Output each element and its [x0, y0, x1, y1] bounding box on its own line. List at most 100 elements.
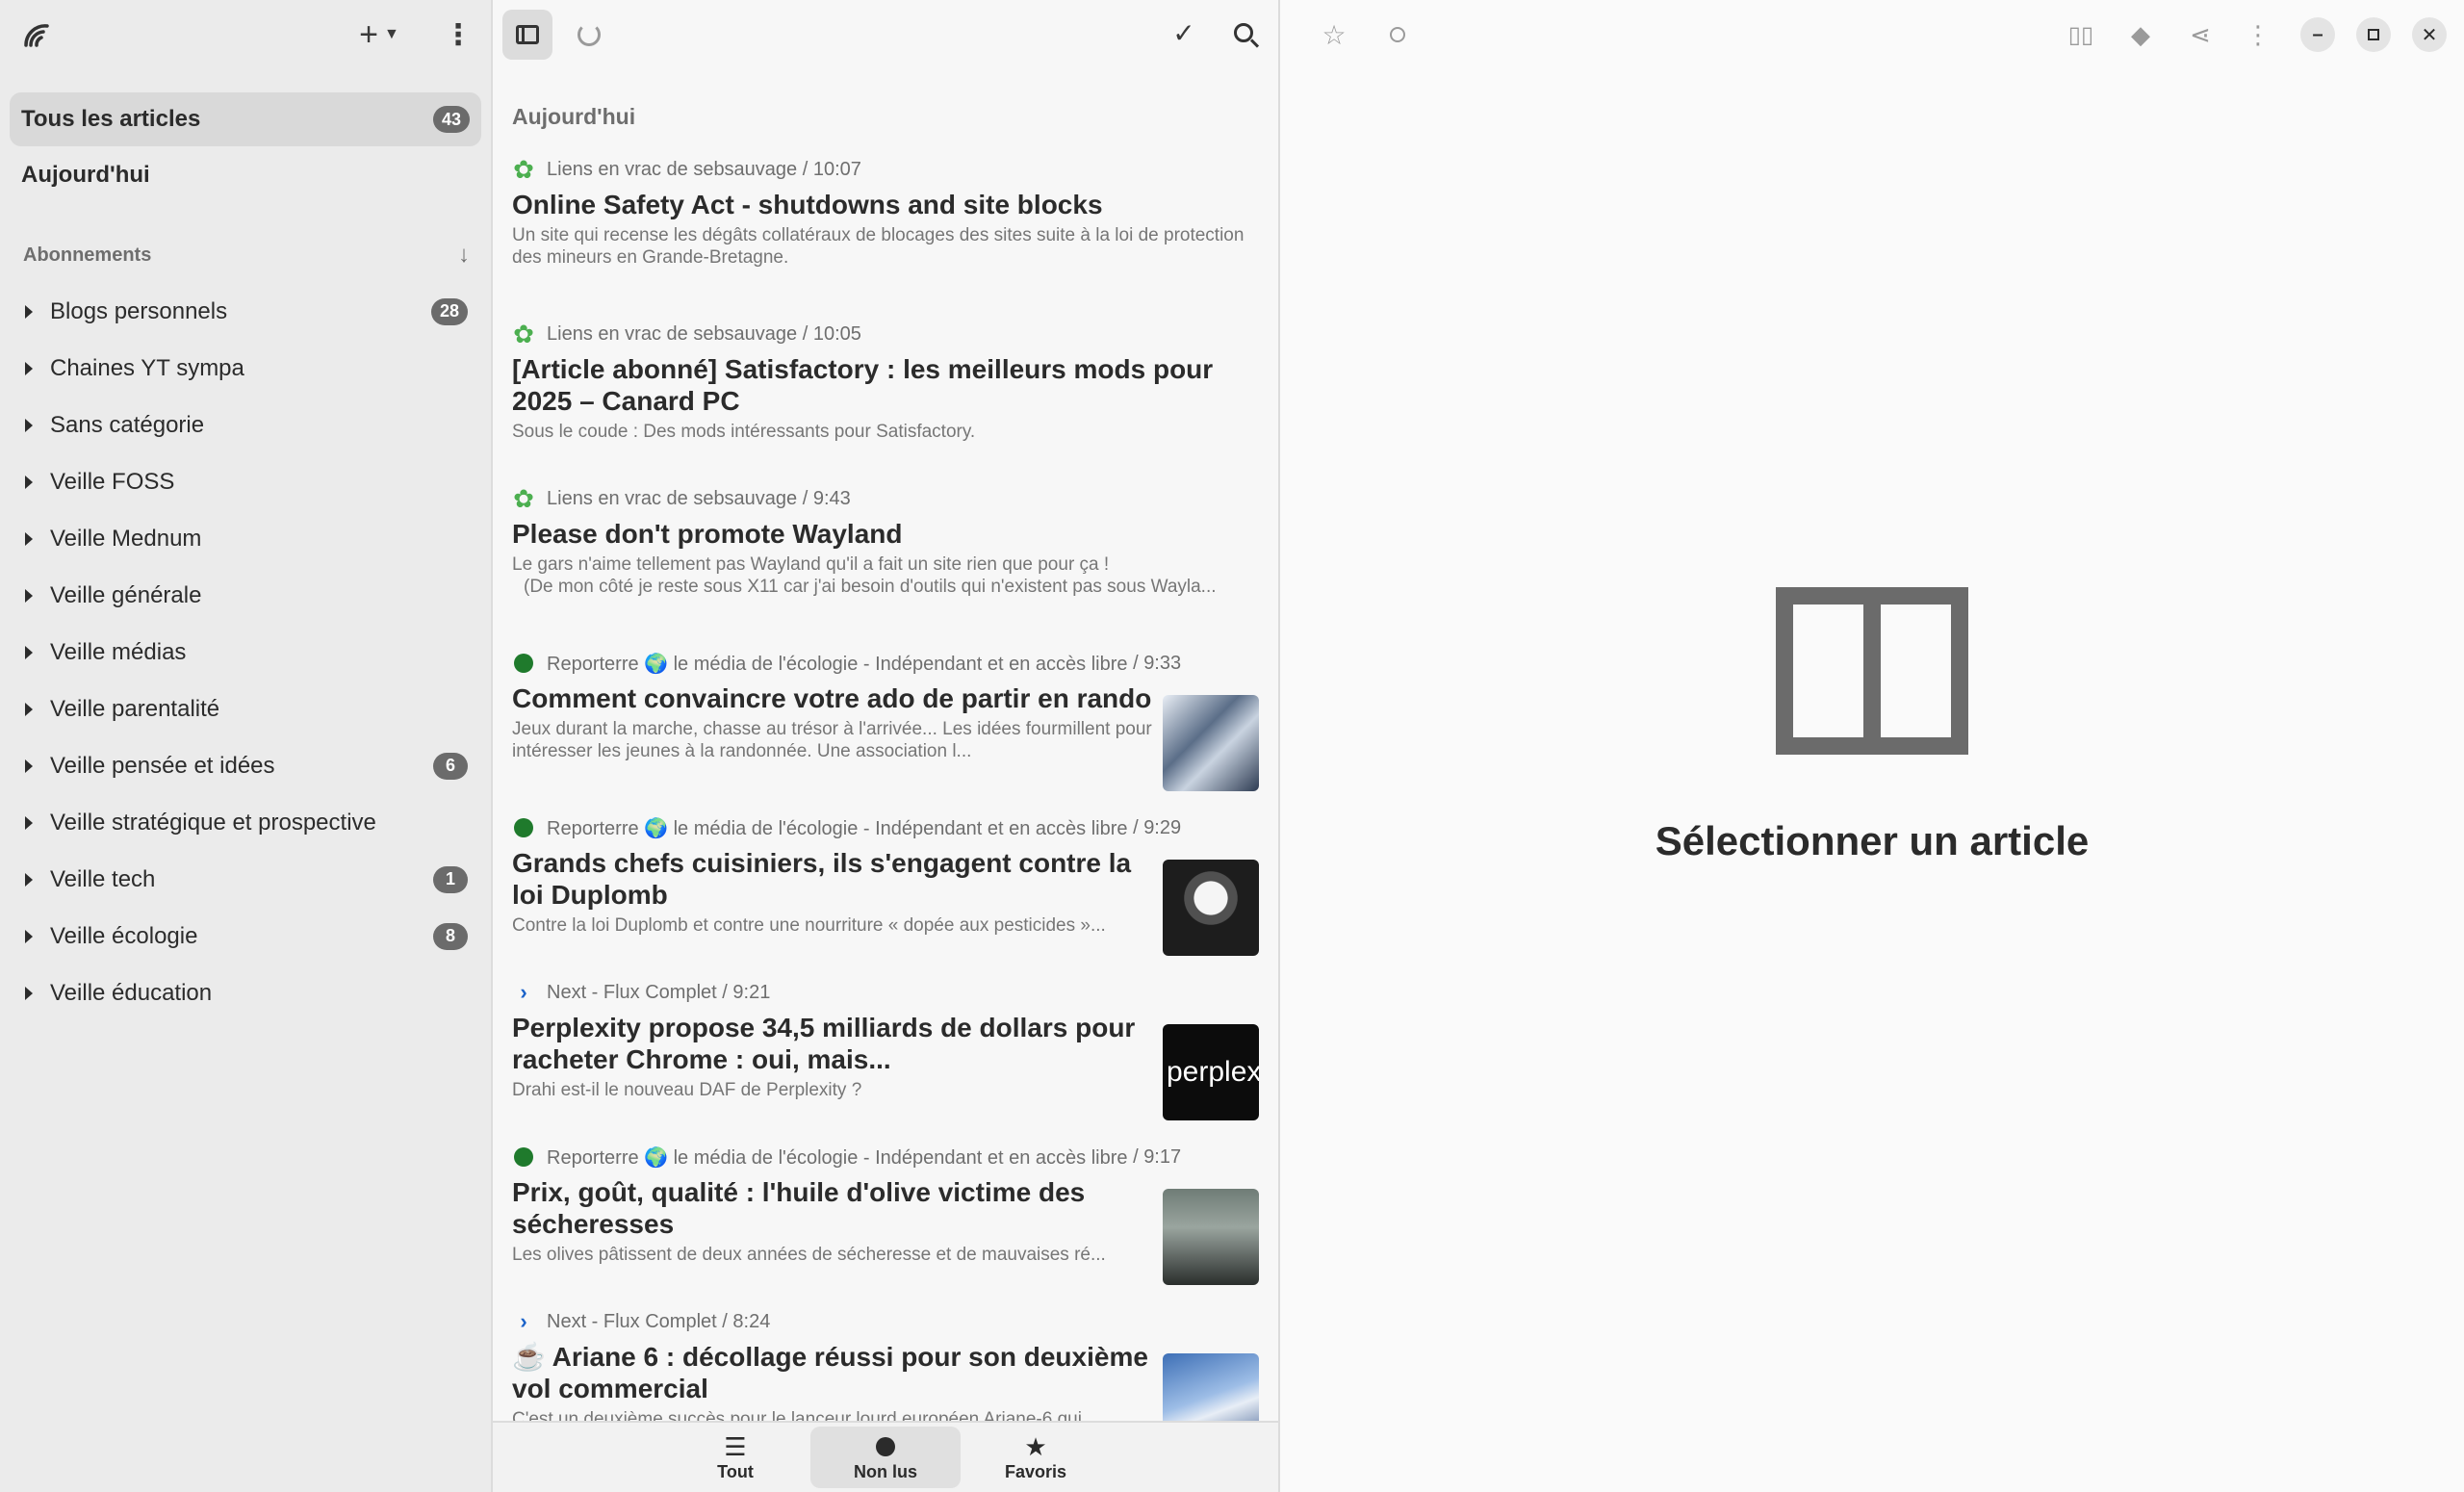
article-source: Liens en vrac de sebsauvage: [547, 487, 798, 509]
folder-item[interactable]: Blogs personnels 28: [0, 283, 491, 340]
article-list: ✿ Liens en vrac de sebsauvage / 10:07 On…: [493, 154, 1278, 1421]
article-row[interactable]: › Next - Flux Complet / 8:24 ☕️ Ariane 6…: [493, 1306, 1278, 1421]
tab-all[interactable]: ☰ Tout: [660, 1427, 810, 1488]
article-row[interactable]: Reporterre 🌍 le média de l'écologie - In…: [493, 812, 1278, 977]
minimize-icon: –: [2312, 23, 2323, 45]
maximize-window-button[interactable]: [2356, 17, 2391, 52]
reader-view-button[interactable]: ▯▯: [2062, 15, 2100, 54]
sort-down-arrow-icon[interactable]: ↓: [458, 242, 470, 269]
folder-item[interactable]: Veille FOSS: [0, 453, 491, 510]
folder-list: Blogs personnels 28 Chaines YT sympa Sans…: [0, 283, 491, 1021]
folder-label: Veille éducation: [50, 979, 213, 1006]
expand-triangle-icon[interactable]: [25, 759, 33, 773]
feed-favicon-icon: [512, 816, 535, 839]
expand-triangle-icon[interactable]: [25, 872, 33, 887]
nav-all-articles[interactable]: Tous les articles 43: [10, 92, 481, 146]
expand-triangle-icon[interactable]: [25, 304, 33, 319]
expand-triangle-icon[interactable]: [25, 815, 33, 830]
mark-all-read-button[interactable]: ✓: [1165, 13, 1203, 52]
article-time: 10:05: [812, 322, 861, 345]
folder-label: Veille générale: [50, 581, 202, 608]
feed-favicon-icon: ✿: [513, 319, 534, 348]
tab-unread[interactable]: Non lus: [810, 1427, 961, 1488]
feed-favicon-icon: ›: [520, 980, 527, 1004]
article-row[interactable]: › Next - Flux Complet / 9:21 Perplexity …: [493, 977, 1278, 1142]
expand-triangle-icon[interactable]: [25, 361, 33, 375]
article-row[interactable]: ✿ Liens en vrac de sebsauvage / 10:07 On…: [493, 154, 1278, 319]
filter-tabs: ☰ Tout Non lus ★ Favoris: [493, 1421, 1278, 1492]
expand-triangle-icon[interactable]: [25, 929, 33, 943]
folder-item[interactable]: Veille médias: [0, 624, 491, 681]
mark-unread-button[interactable]: [1378, 15, 1417, 54]
article-summary: Contre la loi Duplomb et contre une nour…: [512, 915, 1106, 936]
article-thumbnail: [1163, 1189, 1259, 1285]
close-window-button[interactable]: ✕: [2412, 17, 2447, 52]
tab-starred[interactable]: ★ Favoris: [961, 1427, 1111, 1488]
article-source: Reporterre 🌍 le média de l'écologie - In…: [547, 653, 1128, 675]
tag-button[interactable]: ◆: [2121, 15, 2160, 54]
folder-item[interactable]: Veille parentalité: [0, 681, 491, 737]
sidebar-menu-button[interactable]: ⋮: [439, 15, 477, 54]
refresh-button[interactable]: [570, 15, 608, 54]
folder-label: Veille tech: [50, 865, 156, 892]
article-time: 9:21: [732, 981, 771, 1003]
article-source: Reporterre 🌍 le média de l'écologie - In…: [547, 817, 1128, 839]
folder-label: Blogs personnels: [50, 297, 228, 324]
article-row[interactable]: ✿ Liens en vrac de sebsauvage / 10:05 [A…: [493, 319, 1278, 483]
expand-triangle-icon[interactable]: [25, 531, 33, 546]
reader-pane: ☆ ▯▯ ◆ ⋖ ⋮ – ✕ Sélectionner un article: [1280, 0, 2464, 1492]
folder-item[interactable]: Chaines YT sympa: [0, 340, 491, 397]
empty-reader-book-icon: [1776, 587, 1968, 755]
folder-item[interactable]: Sans catégorie: [0, 397, 491, 453]
minimize-window-button[interactable]: –: [2300, 17, 2335, 52]
feed-favicon-icon: [512, 1145, 535, 1169]
folder-item[interactable]: Veille écologie 8: [0, 908, 491, 965]
article-summary: Jeux durant la marche, chasse au trésor …: [512, 719, 1152, 761]
book-icon: ▯▯: [2067, 21, 2094, 48]
expand-triangle-icon[interactable]: [25, 475, 33, 489]
expand-triangle-icon[interactable]: [25, 986, 33, 1000]
kebab-menu-icon: ⋮: [2246, 19, 2271, 49]
folder-item[interactable]: Veille Mednum: [0, 510, 491, 567]
folder-item[interactable]: Veille tech 1: [0, 851, 491, 908]
search-button[interactable]: [1224, 13, 1263, 52]
article-source: Next - Flux Complet: [547, 981, 717, 1003]
star-article-button[interactable]: ☆: [1315, 15, 1353, 54]
article-summary-line2: (De mon côté je reste sous X11 car j'ai …: [524, 577, 1217, 597]
expand-triangle-icon[interactable]: [25, 645, 33, 659]
folder-item[interactable]: Veille éducation: [0, 965, 491, 1021]
article-time: 9:17: [1143, 1145, 1182, 1168]
folder-label: Veille écologie: [50, 922, 198, 949]
article-title: Grands chefs cuisiniers, ils s'engagent …: [512, 848, 1132, 910]
folder-item[interactable]: Veille stratégique et prospective: [0, 794, 491, 851]
circle-outline-icon: [1390, 27, 1405, 42]
article-row[interactable]: Reporterre 🌍 le média de l'écologie - In…: [493, 1142, 1278, 1306]
article-thumbnail: [1163, 860, 1259, 956]
folder-item[interactable]: Veille générale: [0, 567, 491, 624]
kebab-menu-icon: ⋮: [444, 18, 473, 51]
expand-triangle-icon[interactable]: [25, 588, 33, 603]
feed-favicon-icon: ✿: [513, 154, 534, 184]
expand-triangle-icon[interactable]: [25, 418, 33, 432]
article-time: 10:07: [812, 158, 861, 180]
sidebar-toggle-button[interactable]: [502, 10, 552, 60]
expand-triangle-icon[interactable]: [25, 702, 33, 716]
unread-dot-icon: [876, 1436, 895, 1456]
reader-menu-button[interactable]: ⋮: [2239, 15, 2277, 54]
day-section-label: Aujourd'hui: [512, 104, 636, 129]
article-meta: ✿ Liens en vrac de sebsauvage / 10:05: [513, 319, 861, 348]
unread-count-badge: 43: [432, 106, 470, 133]
article-row[interactable]: ✿ Liens en vrac de sebsauvage / 9:43 Ple…: [493, 483, 1278, 648]
subscriptions-header: Abonnements ↓: [23, 241, 470, 270]
star-icon: ★: [1024, 1431, 1047, 1461]
article-title: Perplexity propose 34,5 milliards de dol…: [512, 1013, 1136, 1074]
folder-item[interactable]: Veille pensée et idées 6: [0, 737, 491, 794]
nav-today[interactable]: Aujourd'hui: [21, 162, 150, 189]
share-button[interactable]: ⋖: [2181, 15, 2220, 54]
folder-label: Chaines YT sympa: [50, 354, 244, 381]
add-subscription-button[interactable]: + ▼: [346, 15, 412, 54]
tab-all-label: Tout: [717, 1461, 754, 1481]
article-summary: C'est un deuxième succès pour le lanceur…: [512, 1409, 1097, 1421]
article-summary: Un site qui recense les dégâts collatéra…: [512, 225, 1245, 268]
article-row[interactable]: Reporterre 🌍 le média de l'écologie - In…: [493, 648, 1278, 812]
